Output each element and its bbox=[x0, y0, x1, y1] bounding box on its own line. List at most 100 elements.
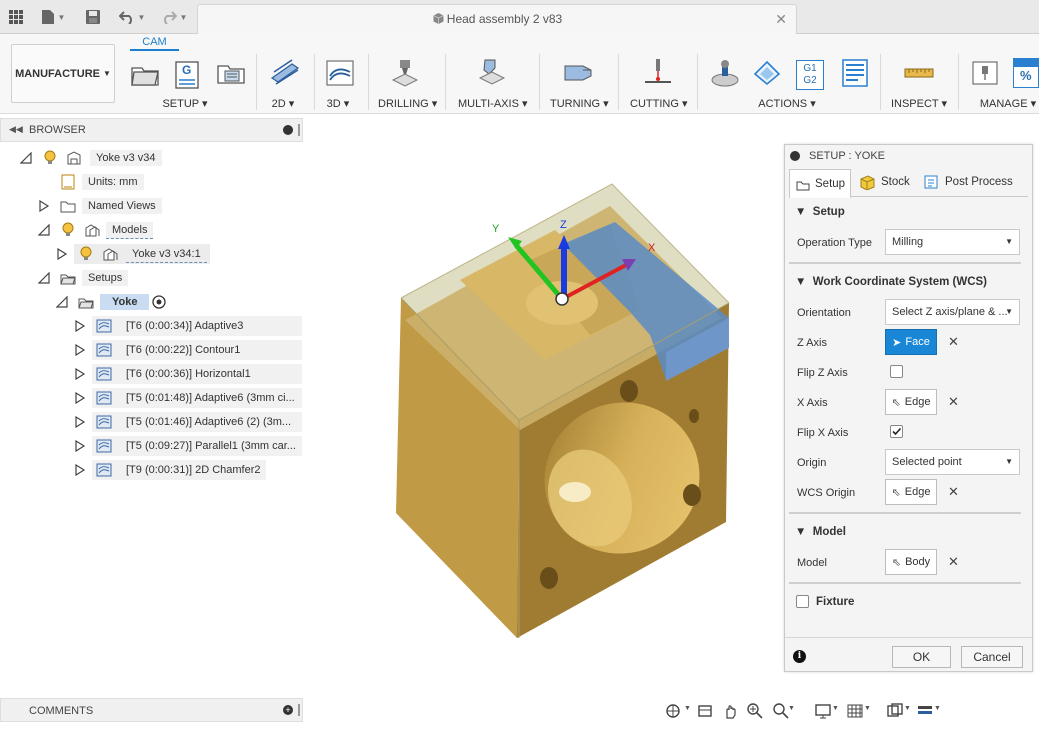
pan-hand-icon[interactable] bbox=[722, 702, 740, 720]
undo-icon[interactable]: ▼ bbox=[116, 7, 148, 27]
expand-triangle-icon[interactable] bbox=[74, 464, 86, 476]
chevron-down-icon[interactable]: ▼ bbox=[904, 705, 911, 712]
tab-cam[interactable]: CAM bbox=[130, 36, 179, 51]
operation-item[interactable]: [T5 (0:01:46)] Adaptive6 (2) (3m... bbox=[120, 412, 297, 432]
display-settings-icon[interactable] bbox=[814, 702, 832, 720]
group-multi-axis[interactable]: MULTI-AXIS ▾ bbox=[458, 97, 528, 110]
turning-icon[interactable] bbox=[563, 58, 593, 88]
collapse-triangle-icon[interactable] bbox=[38, 272, 50, 284]
section-analysis-icon[interactable] bbox=[916, 702, 934, 720]
collapse-triangle-icon[interactable] bbox=[38, 224, 50, 236]
tool-library-icon[interactable] bbox=[970, 58, 1000, 88]
chevron-down-icon[interactable]: ▼ bbox=[788, 705, 795, 712]
operation-type-select[interactable]: Milling ▼ bbox=[885, 229, 1020, 255]
minimize-dialog-icon[interactable] bbox=[790, 151, 800, 161]
chevron-down-icon[interactable]: ▼ bbox=[684, 705, 691, 712]
file-menu-icon[interactable]: ▼ bbox=[38, 7, 68, 27]
tree-named-views[interactable]: Named Views bbox=[82, 196, 162, 216]
expand-triangle-icon[interactable] bbox=[38, 200, 50, 212]
clear-z-axis-icon[interactable]: ✕ bbox=[948, 334, 959, 350]
2d-adaptive-icon[interactable] bbox=[270, 58, 300, 88]
group-drilling[interactable]: DRILLING ▾ bbox=[378, 97, 437, 110]
tree-units[interactable]: Units: mm bbox=[82, 172, 144, 192]
measure-icon[interactable] bbox=[904, 58, 934, 88]
clear-x-axis-icon[interactable]: ✕ bbox=[948, 394, 959, 410]
expand-triangle-icon[interactable] bbox=[74, 392, 86, 404]
lightbulb-icon[interactable] bbox=[42, 150, 58, 166]
panel-grip[interactable] bbox=[298, 704, 300, 716]
operation-item[interactable]: [T5 (0:01:48)] Adaptive6 (3mm ci... bbox=[120, 388, 301, 408]
tree-model-item[interactable]: Yoke v3 v34:1 bbox=[126, 244, 207, 264]
viewports-icon[interactable] bbox=[886, 702, 904, 720]
wcs-origin-selector[interactable]: ⇖ Edge bbox=[885, 479, 937, 505]
orientation-select[interactable]: Select Z axis/plane & ... ▼ bbox=[885, 299, 1020, 325]
orbit-icon[interactable] bbox=[664, 702, 682, 720]
chevron-down-icon[interactable]: ▼ bbox=[832, 705, 839, 712]
expand-triangle-icon[interactable] bbox=[56, 248, 68, 260]
section-wcs-header[interactable]: ▼ Work Coordinate System (WCS) bbox=[795, 276, 987, 288]
fixture-checkbox[interactable] bbox=[796, 595, 809, 608]
expand-triangle-icon[interactable] bbox=[74, 368, 86, 380]
workspace-switcher[interactable]: MANUFACTURE ▼ bbox=[11, 44, 115, 103]
group-turning[interactable]: TURNING ▾ bbox=[550, 97, 609, 110]
3d-adaptive-icon[interactable] bbox=[325, 58, 355, 88]
ok-button[interactable]: OK bbox=[892, 646, 951, 668]
panel-grip[interactable] bbox=[298, 124, 300, 136]
cancel-button[interactable]: Cancel bbox=[961, 646, 1023, 668]
model-selector[interactable]: ⇖ Body bbox=[885, 549, 937, 575]
collapse-triangle-icon[interactable] bbox=[20, 152, 32, 164]
tree-models[interactable]: Models bbox=[106, 220, 154, 240]
clear-wcs-origin-icon[interactable]: ✕ bbox=[948, 484, 959, 500]
group-2d[interactable]: 2D ▾ bbox=[265, 97, 301, 110]
post-process-icon[interactable] bbox=[752, 58, 782, 88]
cutting-icon[interactable] bbox=[643, 58, 673, 88]
close-tab-icon[interactable]: ✕ bbox=[775, 11, 787, 28]
tab-post-process[interactable]: Post Process bbox=[923, 174, 1013, 190]
operation-item[interactable]: [T5 (0:09:27)] Parallel1 (3mm car... bbox=[120, 436, 302, 456]
operation-item[interactable]: [T9 (0:00:31)] 2D Chamfer2 bbox=[120, 460, 267, 480]
minimize-icon[interactable] bbox=[283, 125, 293, 135]
info-icon[interactable]: i bbox=[793, 650, 806, 663]
tree-setup-yoke[interactable]: Yoke bbox=[100, 292, 150, 312]
group-actions[interactable]: ACTIONS ▾ bbox=[756, 97, 818, 110]
origin-select[interactable]: Selected point ▼ bbox=[885, 449, 1020, 475]
grid-icon[interactable] bbox=[846, 702, 864, 720]
group-manage[interactable]: MANAGE ▾ bbox=[978, 97, 1038, 110]
multi-axis-icon[interactable] bbox=[477, 58, 507, 88]
chevron-down-icon[interactable]: ▼ bbox=[934, 705, 941, 712]
collapse-panel-icon[interactable]: ◀◀ bbox=[9, 124, 23, 135]
setup-sheet-icon[interactable] bbox=[216, 58, 246, 88]
setup-sheet-doc-icon[interactable] bbox=[840, 58, 870, 88]
operation-item[interactable]: [T6 (0:00:36)] Horizontal1 bbox=[120, 364, 257, 384]
group-inspect[interactable]: INSPECT ▾ bbox=[890, 97, 948, 110]
app-grid-icon[interactable] bbox=[6, 7, 26, 27]
look-at-icon[interactable] bbox=[696, 702, 714, 720]
save-icon[interactable] bbox=[83, 7, 103, 27]
z-axis-selector[interactable]: ➤ Face bbox=[885, 329, 937, 355]
section-model-header[interactable]: ▼ Model bbox=[795, 526, 846, 538]
lightbulb-icon[interactable] bbox=[60, 222, 76, 238]
lightbulb-icon[interactable] bbox=[78, 246, 94, 262]
group-3d[interactable]: 3D ▾ bbox=[320, 97, 356, 110]
tab-stock[interactable]: Stock bbox=[859, 174, 910, 190]
tab-setup[interactable]: Setup bbox=[789, 169, 851, 198]
setup-folder-icon[interactable] bbox=[130, 58, 160, 88]
expand-triangle-icon[interactable] bbox=[74, 320, 86, 332]
x-axis-selector[interactable]: ⇖ Edge bbox=[885, 389, 937, 415]
group-setup[interactable]: SETUP ▾ bbox=[160, 97, 210, 110]
group-cutting[interactable]: CUTTING ▾ bbox=[630, 97, 687, 110]
redo-icon[interactable]: ▼ bbox=[158, 7, 190, 27]
tree-setups[interactable]: Setups bbox=[82, 268, 129, 288]
simulate-icon[interactable] bbox=[710, 58, 740, 88]
clear-model-icon[interactable]: ✕ bbox=[948, 554, 959, 570]
tree-root-yoke[interactable]: Yoke v3 v34 bbox=[90, 148, 162, 168]
flip-x-checkbox[interactable] bbox=[890, 425, 903, 438]
drill-icon[interactable] bbox=[390, 58, 420, 88]
expand-triangle-icon[interactable] bbox=[74, 416, 86, 428]
collapse-triangle-icon[interactable] bbox=[56, 296, 68, 308]
expand-triangle-icon[interactable] bbox=[74, 344, 86, 356]
flip-z-checkbox[interactable] bbox=[890, 365, 903, 378]
templates-icon[interactable]: % bbox=[1013, 58, 1039, 88]
chevron-down-icon[interactable]: ▼ bbox=[864, 705, 871, 712]
section-setup-header[interactable]: ▼ Setup bbox=[795, 206, 845, 218]
